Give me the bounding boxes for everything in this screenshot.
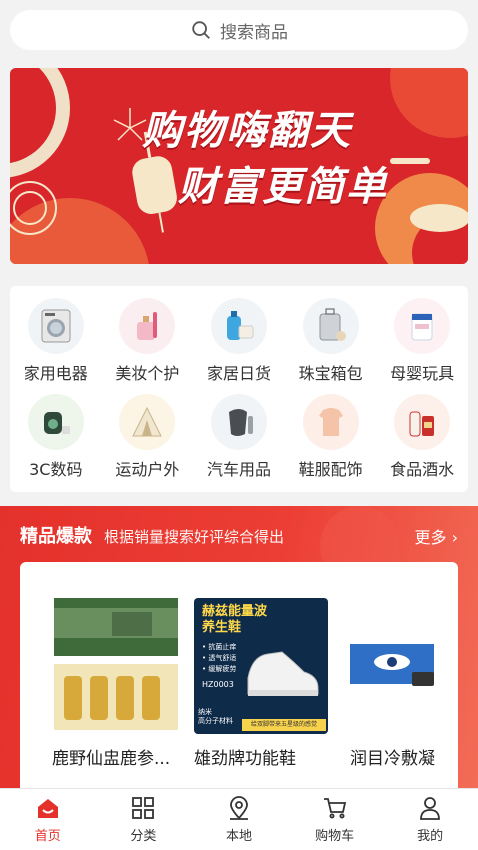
category-label: 汽车用品 <box>206 460 271 479</box>
hot-title: 精品爆款 <box>20 526 92 547</box>
liquor-icon <box>394 394 451 450</box>
milk-powder-icon <box>394 298 451 354</box>
category-label: 食品酒水 <box>390 460 455 479</box>
product-name: 雄劲牌功能鞋 <box>194 749 296 769</box>
tab-home[interactable]: 首页 <box>0 789 96 850</box>
tent-icon <box>119 394 176 450</box>
product-image <box>52 598 180 734</box>
shoe-ad-footer: 高分子材料 <box>198 717 233 725</box>
shoe-ad-code: HZ0003 <box>202 680 234 689</box>
category-label: 鞋服配饰 <box>298 460 363 479</box>
search-bar[interactable]: 搜索商品 <box>10 10 468 50</box>
tab-label: 分类 <box>130 829 157 844</box>
shoe-image <box>247 651 319 696</box>
hot-header: 精品爆款 根据销量搜索好评综合得出 <box>20 522 284 548</box>
search-header: 搜索商品 <box>0 0 478 62</box>
search-icon <box>192 21 210 39</box>
category-label: 家用电器 <box>23 364 88 383</box>
category-outdoor[interactable]: 运动户外 <box>102 394 194 490</box>
shoe-ad-bullet: • 抗菌止痒 <box>202 643 237 651</box>
shoe-ad-slogan: 给双脚带来五星级的感觉 <box>242 719 326 731</box>
promo-banner[interactable]: 购物嗨翻天 财富更简单 <box>10 68 468 264</box>
tab-label: 我的 <box>417 829 444 844</box>
category-food-drinks[interactable]: 食品酒水 <box>376 394 468 490</box>
tab-local[interactable]: 本地 <box>191 789 287 850</box>
grid-icon <box>132 797 155 819</box>
luggage-icon <box>302 298 359 354</box>
home-icon <box>37 799 58 818</box>
shoe-ad-title-1: 赫兹能量波 <box>202 604 268 619</box>
category-apparel[interactable]: 鞋服配饰 <box>285 394 377 490</box>
banner-subheadline: 财富更简单 <box>178 164 388 210</box>
category-label: 家居日货 <box>206 364 271 383</box>
category-baby-toys[interactable]: 母婴玩具 <box>376 298 468 394</box>
speaker-icon <box>27 394 84 450</box>
product-item[interactable]: 赫兹能量波 养生鞋 • 抗菌止痒 • 透气舒适 • 缓解疲劳 HZ0003 纳米… <box>194 598 332 769</box>
car-seat-icon <box>210 394 267 450</box>
product-image: 赫兹能量波 养生鞋 • 抗菌止痒 • 透气舒适 • 缓解疲劳 HZ0003 纳米… <box>194 598 328 734</box>
category-label: 美妆个护 <box>115 364 180 383</box>
category-label: 珠宝箱包 <box>298 364 363 383</box>
category-label: 3C数码 <box>29 460 83 479</box>
tab-profile[interactable]: 我的 <box>382 789 478 850</box>
washing-machine-icon <box>27 298 84 354</box>
bottom-tab-bar: 首页 分类 本地 购物车 我的 <box>0 788 478 850</box>
chevron-right-icon: › <box>451 528 458 547</box>
perfume-icon <box>119 298 176 354</box>
category-label: 运动户外 <box>115 460 180 479</box>
product-item[interactable]: 鹿野仙盅鹿参... <box>52 598 180 769</box>
shoe-ad-footer: 纳米 <box>198 708 212 716</box>
hot-subtitle: 根据销量搜索好评综合得出 <box>104 528 285 546</box>
tab-label: 本地 <box>225 829 252 844</box>
banner-headline: 购物嗨翻天 <box>142 108 352 154</box>
clothes-icon <box>302 394 359 450</box>
category-appliances[interactable]: 家用电器 <box>10 298 102 394</box>
cart-icon <box>323 798 346 819</box>
category-auto[interactable]: 汽车用品 <box>193 394 285 490</box>
user-icon <box>420 797 441 820</box>
product-name: 鹿野仙盅鹿参... <box>52 749 171 769</box>
product-name: 润目冷敷凝 <box>350 749 435 769</box>
category-grid: 家用电器 美妆个护 家居日货 珠宝箱包 母婴玩具 3C数码 运动户外 汽车用品 … <box>10 286 468 490</box>
hot-products-section: 精品爆款 根据销量搜索好评综合得出 更多 › 鹿野仙盅鹿参... 赫兹能量波 养… <box>0 506 478 790</box>
category-beauty[interactable]: 美妆个护 <box>102 298 194 394</box>
tab-cart[interactable]: 购物车 <box>287 789 383 850</box>
more-label: 更多 <box>414 528 447 547</box>
shoe-ad-bullet: • 缓解疲劳 <box>202 665 237 673</box>
toiletries-icon <box>210 298 267 354</box>
category-digital[interactable]: 3C数码 <box>10 394 102 490</box>
category-jewelry-bags[interactable]: 珠宝箱包 <box>285 298 377 394</box>
category-grid-card: 家用电器 美妆个护 家居日货 珠宝箱包 母婴玩具 3C数码 运动户外 汽车用品 … <box>10 286 468 492</box>
shoe-ad-title-2: 养生鞋 <box>202 620 242 635</box>
location-pin-icon <box>229 796 248 820</box>
tab-label: 购物车 <box>315 829 355 844</box>
product-item[interactable]: 润目冷敷凝 <box>350 598 458 769</box>
more-link[interactable]: 更多 › <box>414 524 458 548</box>
tab-label: 首页 <box>34 829 61 844</box>
product-image <box>350 598 458 734</box>
category-label: 母婴玩具 <box>390 364 455 383</box>
shoe-ad-bullet: • 透气舒适 <box>202 654 237 662</box>
tab-category[interactable]: 分类 <box>96 789 192 850</box>
hot-products-card: 鹿野仙盅鹿参... 赫兹能量波 养生鞋 • 抗菌止痒 • 透气舒适 • 缓解疲劳… <box>20 562 458 790</box>
search-placeholder: 搜索商品 <box>220 22 288 43</box>
category-home[interactable]: 家居日货 <box>193 298 285 394</box>
